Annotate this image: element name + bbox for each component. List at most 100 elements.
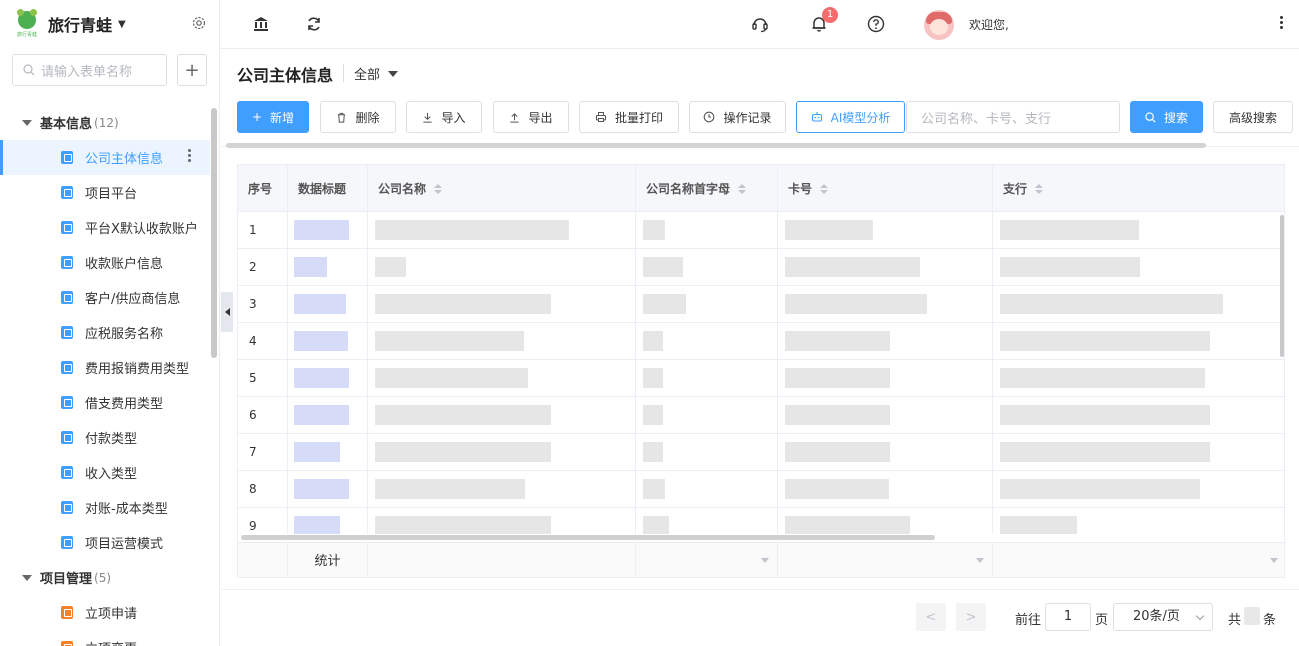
- redacted-cell: [778, 471, 993, 508]
- redacted-value: [375, 368, 528, 388]
- tree-item[interactable]: 客户/供应商信息: [0, 280, 210, 315]
- table-row[interactable]: 2: [238, 249, 1284, 286]
- tree-item[interactable]: 立项变更: [0, 630, 210, 646]
- user-avatar[interactable]: [924, 10, 954, 40]
- table-vertical-scrollbar[interactable]: [1280, 215, 1284, 357]
- table-row[interactable]: 3: [238, 286, 1284, 323]
- redacted-value: [785, 331, 890, 351]
- tree-item[interactable]: 借支费用类型: [0, 385, 210, 420]
- table-row[interactable]: 7: [238, 434, 1284, 471]
- redacted-cell: [778, 286, 993, 323]
- sort-icon: [434, 183, 443, 194]
- redacted-value: [375, 442, 551, 462]
- redacted-cell: [778, 212, 993, 249]
- redacted-value: [1000, 220, 1139, 240]
- redacted-value: [643, 331, 663, 351]
- table-row[interactable]: 4: [238, 323, 1284, 360]
- redacted-cell: [778, 323, 993, 360]
- form-doc-icon: [61, 151, 73, 164]
- tree-item[interactable]: 立项申请: [0, 595, 210, 630]
- batch-print-button[interactable]: 批量打印: [579, 101, 679, 133]
- gear-icon[interactable]: [191, 15, 207, 31]
- tree-group-project-mgmt[interactable]: 项目管理 (5): [0, 560, 210, 595]
- toolbar-scrollbar[interactable]: [226, 143, 1206, 148]
- scope-dropdown[interactable]: 全部: [354, 64, 399, 83]
- table-row[interactable]: 5: [238, 360, 1284, 397]
- brand[interactable]: 旅行青蛙 旅行青蛙 ▼: [0, 0, 219, 48]
- tree-item[interactable]: 项目运营模式: [0, 525, 210, 560]
- refresh-icon[interactable]: [304, 14, 324, 34]
- col-card-number[interactable]: 卡号: [778, 165, 993, 212]
- tree-item[interactable]: 付款类型: [0, 420, 210, 455]
- redacted-cell: [368, 212, 636, 249]
- table-row[interactable]: 1: [238, 212, 1284, 249]
- headset-icon[interactable]: [750, 14, 770, 34]
- redacted-value: [375, 479, 525, 499]
- tree-item[interactable]: 费用报销费用类型: [0, 350, 210, 385]
- caret-down-icon: [1270, 558, 1278, 563]
- caret-down-icon[interactable]: ▼: [118, 19, 126, 30]
- redacted-cell: [993, 508, 1284, 534]
- sidebar-collapse-handle[interactable]: [221, 292, 233, 332]
- sidebar-scrollbar[interactable]: [211, 108, 217, 358]
- prev-page-button[interactable]: <: [916, 603, 946, 631]
- data-table: 序号 数据标题 公司名称 公司名称首字母 卡号 支行 123456789 统计: [237, 164, 1285, 578]
- add-form-button[interactable]: +: [177, 54, 207, 86]
- export-button[interactable]: 导出: [493, 101, 569, 133]
- redacted-cell: [368, 434, 636, 471]
- tree-item[interactable]: 收款账户信息: [0, 245, 210, 280]
- summary-label: 统计: [288, 543, 368, 577]
- table-horizontal-scrollbar[interactable]: [241, 535, 935, 540]
- next-page-button[interactable]: >: [956, 603, 986, 631]
- operation-log-button[interactable]: 操作记录: [689, 101, 786, 133]
- summary-dropdown[interactable]: [778, 543, 993, 577]
- table-row[interactable]: 9: [238, 508, 1284, 534]
- row-index: 4: [238, 323, 288, 360]
- tree-item-company-entity[interactable]: 公司主体信息: [0, 140, 210, 175]
- col-branch[interactable]: 支行: [993, 165, 1284, 212]
- redacted-cell: [993, 434, 1284, 471]
- page-number-input[interactable]: 1: [1045, 603, 1091, 631]
- tree-item[interactable]: 对账-成本类型: [0, 490, 210, 525]
- tree-item[interactable]: 应税服务名称: [0, 315, 210, 350]
- redacted-value: [375, 294, 551, 314]
- redacted-value: [375, 220, 569, 240]
- row-index: 7: [238, 434, 288, 471]
- search-button[interactable]: 搜索: [1130, 101, 1203, 133]
- row-index: 6: [238, 397, 288, 434]
- advanced-search-button[interactable]: 高级搜索: [1213, 101, 1293, 133]
- more-vertical-icon[interactable]: [188, 149, 192, 162]
- col-company-name[interactable]: 公司名称: [368, 165, 636, 212]
- row-index: 9: [238, 508, 288, 534]
- import-button[interactable]: 导入: [406, 101, 482, 133]
- form-doc-icon: [61, 606, 73, 619]
- search-placeholder: 请输入表单名称: [41, 64, 133, 80]
- delete-button[interactable]: 删除: [320, 101, 396, 133]
- summary-dropdown[interactable]: [993, 543, 1284, 577]
- tree-group-basic-info[interactable]: 基本信息 (12): [0, 105, 210, 140]
- form-doc-icon: [61, 396, 73, 409]
- redacted-value: [375, 331, 524, 351]
- table-row[interactable]: 8: [238, 471, 1284, 508]
- keyword-search-input[interactable]: 公司名称、卡号、支行: [906, 101, 1120, 133]
- tree-item[interactable]: 平台X默认收款账户: [0, 210, 210, 245]
- form-search-input[interactable]: 请输入表单名称: [12, 54, 168, 86]
- tree-item[interactable]: 项目平台: [0, 175, 210, 210]
- redacted-value: [375, 516, 551, 534]
- redacted-value: [1000, 257, 1140, 277]
- help-icon[interactable]: [866, 14, 886, 34]
- more-vertical-icon[interactable]: [1280, 16, 1283, 29]
- add-button[interactable]: + 新增: [237, 101, 309, 133]
- redacted-cell: [636, 212, 778, 249]
- page-size-select[interactable]: 20条/页: [1113, 603, 1213, 631]
- bank-icon[interactable]: [251, 14, 271, 34]
- row-index: 8: [238, 471, 288, 508]
- total-prefix: 共: [1228, 613, 1242, 628]
- table-row[interactable]: 6: [238, 397, 1284, 434]
- ai-analysis-button[interactable]: AI模型分析: [796, 101, 905, 133]
- form-doc-icon: [61, 536, 73, 549]
- summary-dropdown[interactable]: [636, 543, 778, 577]
- tree-item[interactable]: 收入类型: [0, 455, 210, 490]
- row-index: 5: [238, 360, 288, 397]
- col-company-initial[interactable]: 公司名称首字母: [636, 165, 778, 212]
